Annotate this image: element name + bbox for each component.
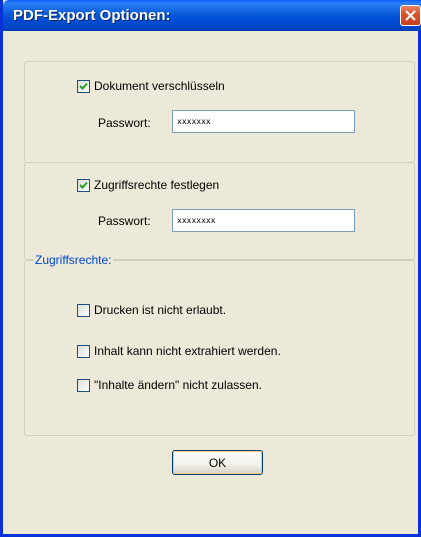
no-printing-label: Drucken ist nicht erlaubt. <box>94 303 227 317</box>
no-printing-checkbox[interactable]: Drucken ist nicht erlaubt. <box>77 302 226 318</box>
encrypt-document-label: Dokument verschlüsseln <box>94 79 225 93</box>
pdf-export-dialog: PDF-Export Optionen: Dokument verschlüss… <box>0 0 421 537</box>
encrypt-password-input[interactable] <box>172 110 355 133</box>
checkmark-icon <box>79 82 88 90</box>
checkbox-box[interactable] <box>77 303 90 317</box>
no-modification-checkbox[interactable]: "Inhalte ändern" nicht zulassen. <box>77 377 262 393</box>
set-permissions-checkbox[interactable]: Zugriffsrechte festlegen <box>77 177 219 193</box>
checkmark-icon <box>79 181 88 189</box>
ok-button[interactable]: OK <box>172 450 263 475</box>
no-extraction-label: Inhalt kann nicht extrahiert werden. <box>94 344 281 358</box>
encrypt-password-label: Passwort: <box>98 116 151 130</box>
set-permissions-label: Zugriffsrechte festlegen <box>94 178 220 192</box>
checkbox-box[interactable] <box>77 178 90 192</box>
close-button[interactable] <box>400 5 421 26</box>
encrypt-document-checkbox[interactable]: Dokument verschlüsseln <box>77 78 225 94</box>
checkbox-box[interactable] <box>77 79 90 93</box>
permissions-password-label: Passwort: <box>98 214 151 228</box>
permissions-group-title: Zugriffsrechte: <box>33 253 114 267</box>
dialog-title: PDF-Export Optionen: <box>13 7 171 24</box>
close-x-icon <box>405 10 416 21</box>
no-extraction-checkbox[interactable]: Inhalt kann nicht extrahiert werden. <box>77 343 281 359</box>
permissions-password-input[interactable] <box>172 209 355 232</box>
title-bar[interactable]: PDF-Export Optionen: <box>3 0 421 31</box>
checkbox-box[interactable] <box>77 378 90 392</box>
checkbox-box[interactable] <box>77 344 90 358</box>
no-modification-label: "Inhalte ändern" nicht zulassen. <box>94 378 262 392</box>
